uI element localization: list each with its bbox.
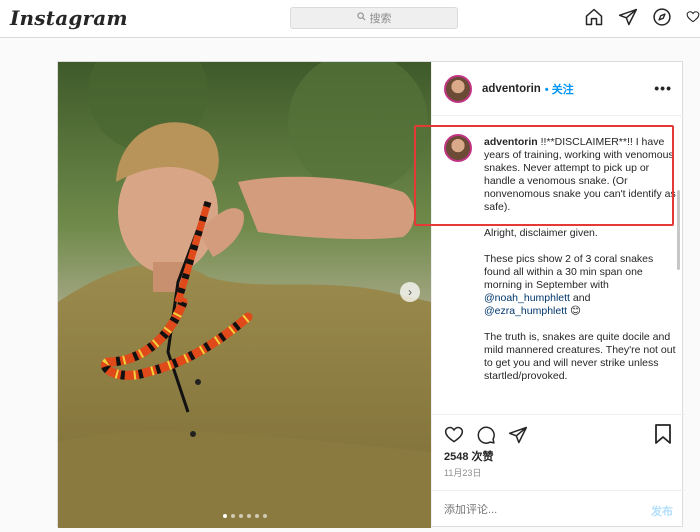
nav-icons [584, 7, 700, 27]
bookmark-icon[interactable] [654, 424, 672, 444]
comment-bar: 发布 [432, 490, 685, 528]
search-icon [356, 12, 366, 24]
caption-pics-text: These pics show 2 of 3 coral snakes foun… [484, 253, 654, 291]
post-header: adventorin • 关注 ••• [432, 62, 684, 116]
comment-icon[interactable] [476, 425, 496, 445]
carousel-dot [239, 514, 243, 518]
chevron-right-icon: › [408, 285, 412, 299]
top-navigation-bar: Instagram 搜索 [0, 0, 700, 38]
direct-icon[interactable] [618, 7, 638, 27]
smile-emoji: 😊 [569, 305, 581, 317]
carousel-dot [247, 514, 251, 518]
explore-icon[interactable] [652, 7, 672, 27]
mention-link[interactable]: @ezra_humphlett [484, 305, 567, 317]
carousel-dot [231, 514, 235, 518]
caption-scrollbar[interactable] [677, 190, 680, 270]
like-heart-icon[interactable] [444, 425, 464, 445]
carousel-next-button[interactable]: › [400, 282, 420, 302]
share-icon[interactable] [508, 425, 528, 445]
instagram-logo[interactable]: Instagram [10, 6, 128, 30]
photo-illustration [58, 62, 431, 528]
caption-paragraph-3: These pics show 2 of 3 coral snakes foun… [484, 253, 676, 318]
caption-paragraph-4: The truth is, snakes are quite docile an… [484, 331, 676, 382]
home-icon[interactable] [584, 7, 604, 27]
search-placeholder: 搜索 [369, 13, 392, 25]
caption-paragraph-2: Alright, disclaimer given. [484, 227, 598, 239]
post-username[interactable]: adventorin [482, 83, 541, 95]
follow-button[interactable]: • 关注 [545, 81, 574, 97]
search-box[interactable]: 搜索 [290, 7, 458, 29]
mention-link[interactable]: @noah_humphlett [484, 292, 570, 304]
carousel-dot [263, 514, 267, 518]
post-date[interactable]: 11月23日 [444, 466, 481, 479]
caption-and: and [572, 292, 591, 304]
comment-input[interactable] [444, 503, 634, 516]
more-options-icon[interactable]: ••• [654, 80, 672, 96]
post-comment-button[interactable]: 发布 [651, 503, 673, 519]
carousel-dot [255, 514, 259, 518]
post-photo[interactable]: › [58, 62, 431, 528]
avatar[interactable] [444, 74, 472, 103]
carousel-dot [223, 514, 227, 518]
like-count[interactable]: 2548 次赞 [444, 448, 494, 464]
highlight-annotation-box [414, 125, 674, 226]
heart-icon[interactable] [686, 7, 700, 27]
carousel-dots [223, 514, 267, 518]
